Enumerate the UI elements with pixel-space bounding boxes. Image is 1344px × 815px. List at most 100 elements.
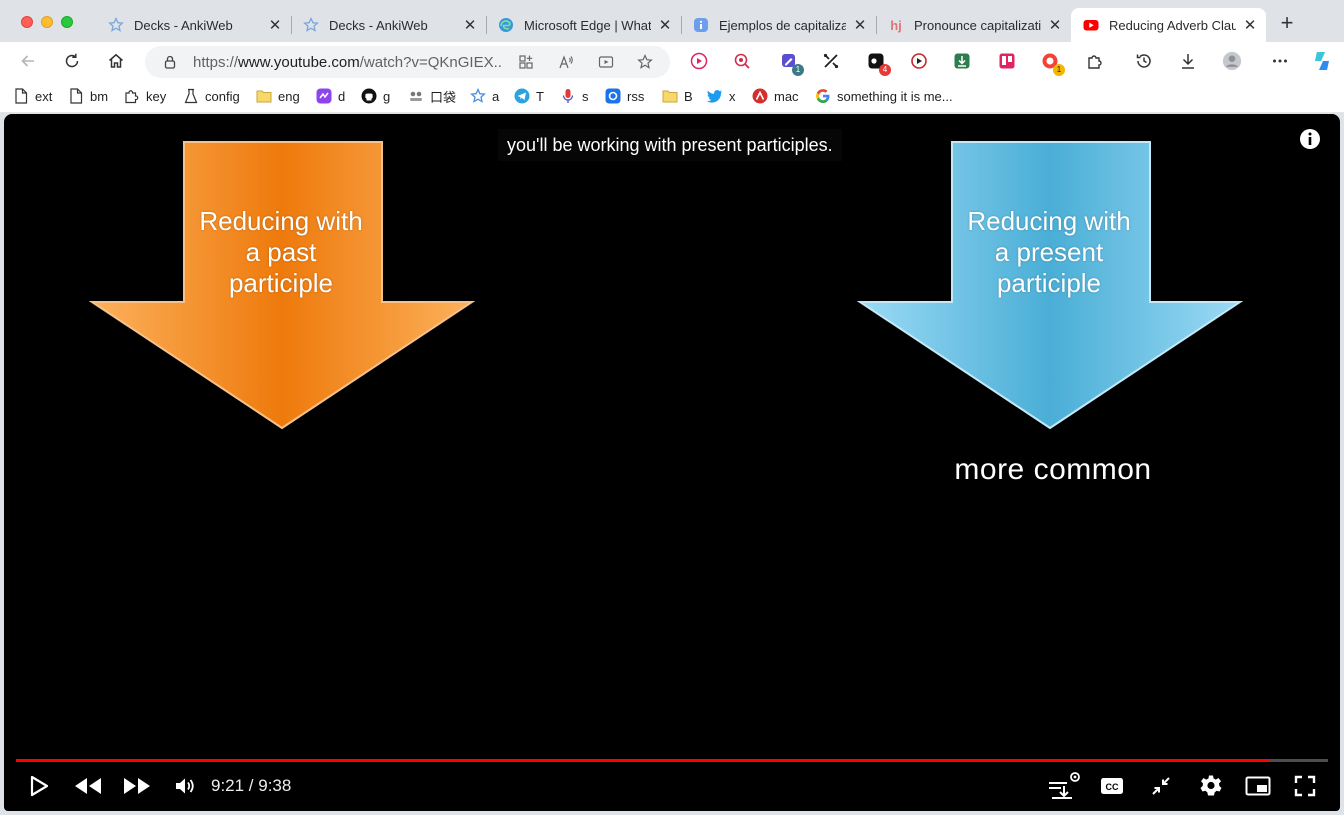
search-ext-icon[interactable] — [732, 51, 752, 71]
profile-avatar-icon[interactable] — [1222, 51, 1242, 71]
telegram-icon — [514, 88, 530, 104]
fullscreen-button[interactable] — [1290, 771, 1320, 801]
time-display: 9:21 / 9:38 — [211, 776, 292, 795]
bookmark-eng[interactable]: eng — [256, 87, 300, 105]
tab-close-icon[interactable]: ✕ — [657, 17, 673, 34]
miniplayer-button[interactable] — [1241, 771, 1275, 801]
next-button[interactable] — [119, 771, 155, 801]
bookmark-label: x — [729, 88, 736, 104]
twitter-icon — [707, 88, 723, 104]
read-aloud-icon[interactable] — [558, 54, 574, 70]
tab-edge[interactable]: Microsoft Edge | What ✕ — [486, 8, 682, 42]
video-player[interactable]: Reducing with a past participle Reducing… — [4, 114, 1340, 811]
dark-ext-icon[interactable]: 4 — [866, 51, 891, 76]
tab-close-icon[interactable]: ✕ — [267, 17, 283, 34]
download-settings-icon — [1049, 772, 1080, 799]
bookmark-label: key — [146, 88, 167, 104]
play-icon — [30, 775, 49, 797]
exit-theater-button[interactable] — [1146, 771, 1176, 801]
lock-icon[interactable] — [162, 54, 178, 70]
tab-youtube-active[interactable]: Reducing Adverb Claus ✕ — [1071, 8, 1266, 42]
autoplay-settings-button[interactable] — [1044, 771, 1084, 801]
play-button[interactable] — [24, 771, 54, 801]
bookmark-ext[interactable]: ext — [13, 87, 52, 105]
bookmark-label: 口袋 — [430, 89, 457, 105]
red-app-icon — [752, 88, 768, 104]
address-bar[interactable]: https://www.youtube.com/watch?v=QKnGIEX.… — [145, 46, 670, 78]
tab-close-icon[interactable]: ✕ — [1242, 17, 1258, 34]
bookmark-s[interactable]: s — [560, 87, 589, 105]
tab-close-icon[interactable]: ✕ — [462, 17, 478, 34]
new-tab-button[interactable]: + — [1277, 12, 1297, 34]
bookmark-d[interactable]: d — [316, 87, 345, 105]
info-icon[interactable] — [1298, 127, 1322, 151]
anki-star-icon — [470, 88, 486, 104]
history-icon[interactable] — [1134, 51, 1154, 71]
bookmark-a[interactable]: a — [470, 87, 499, 105]
tab-close-icon[interactable]: ✕ — [1047, 17, 1063, 34]
bookmark-t[interactable]: T — [514, 87, 544, 105]
bookmark-bm[interactable]: bm — [68, 87, 108, 105]
tab-close-icon[interactable]: ✕ — [852, 17, 868, 34]
arrow-label-line: Reducing with — [967, 206, 1131, 236]
youtube-ext-icon[interactable] — [689, 51, 709, 71]
arrow-label-line: participle — [996, 268, 1102, 298]
bookmark-b[interactable]: B — [662, 87, 693, 105]
url-text[interactable]: https://www.youtube.com/watch?v=QKnGIEX.… — [193, 54, 503, 71]
download-ext-icon[interactable] — [952, 51, 972, 71]
progress-bar[interactable] — [16, 759, 1328, 762]
bookmark-g[interactable]: g — [361, 87, 390, 105]
ext-badge: 1 — [792, 64, 804, 76]
bookmark-x[interactable]: x — [707, 87, 736, 105]
fullscreen-icon — [1294, 775, 1316, 797]
window-close-button[interactable] — [21, 16, 33, 28]
arrow-label-line: a present — [994, 237, 1104, 267]
trello-ext-icon[interactable] — [997, 51, 1017, 71]
tab-anki-1[interactable]: Decks - AnkiWeb ✕ — [96, 8, 292, 42]
immersive-reader-icon[interactable] — [598, 54, 614, 70]
bookmark-mac[interactable]: mac — [752, 87, 799, 105]
github-icon — [361, 88, 377, 104]
back-button[interactable] — [16, 49, 40, 73]
more-common-annotation: more common — [954, 453, 1152, 486]
edge-icon — [498, 17, 514, 33]
subtitles-button[interactable]: CC — [1096, 771, 1128, 801]
bookmark-label: mac — [774, 88, 799, 104]
previous-button[interactable] — [70, 771, 106, 801]
volume-button[interactable] — [170, 771, 200, 801]
settings-button[interactable] — [1196, 771, 1226, 801]
shuffle-ext-icon[interactable] — [821, 51, 841, 71]
more-menu-icon[interactable] — [1270, 51, 1290, 71]
microphone-icon — [560, 88, 576, 104]
ext-badge: 1 — [1053, 64, 1065, 76]
extensions-puzzle-icon[interactable] — [1085, 51, 1105, 71]
bookmark-label: ext — [35, 88, 53, 104]
hj-icon: hj — [890, 17, 902, 33]
tab-pronounce[interactable]: hj Pronounce capitalizatio ✕ — [876, 8, 1071, 42]
home-button[interactable] — [104, 49, 128, 73]
pen-ext-icon[interactable]: 1 — [779, 51, 804, 76]
back-arrow-icon — [21, 55, 34, 67]
tab-ejemplos[interactable]: Ejemplos de capitalizat ✕ — [681, 8, 877, 42]
favorite-star-icon[interactable] — [637, 54, 653, 70]
window-zoom-button[interactable] — [61, 16, 73, 28]
copilot-icon[interactable] — [1311, 50, 1333, 72]
downloads-icon[interactable] — [1178, 51, 1198, 71]
window-minimize-button[interactable] — [41, 16, 53, 28]
tab-title: Ejemplos de capitalizat — [719, 17, 846, 33]
tab-anki-2[interactable]: Decks - AnkiWeb ✕ — [291, 8, 487, 42]
video-ext-icon[interactable] — [909, 51, 929, 71]
reload-button[interactable] — [60, 49, 84, 73]
google-icon — [815, 88, 831, 104]
flask-icon — [183, 88, 199, 104]
past-participle-label: Reducing with a past participle — [180, 206, 382, 299]
record-ext-icon[interactable]: 1 — [1040, 51, 1065, 76]
bookmark-key[interactable]: key — [124, 87, 166, 105]
bookmark-rss[interactable]: rss — [605, 87, 644, 105]
bookmark-config[interactable]: config — [183, 87, 240, 105]
rewind-icon — [75, 778, 101, 794]
bookmark-pocket[interactable]: 口袋 — [408, 87, 456, 105]
tab-title: Decks - AnkiWeb — [134, 17, 233, 33]
bookmark-google[interactable]: something it is me... — [815, 87, 953, 105]
app-available-icon[interactable] — [518, 54, 534, 70]
